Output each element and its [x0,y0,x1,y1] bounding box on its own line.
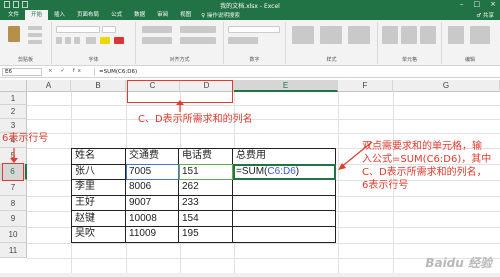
annotation-line: 入公式=SUM(C6:D6)，其中 [362,154,492,165]
arrow-cd-head [176,100,184,105]
annotation-right-text: 双点需要求和的单元格，输 入公式=SUM(C6:D6)，其中 C、D表示所需求和… [362,140,498,192]
annotation-line: 6表示行号 [362,180,409,191]
annotation-row6-box [2,163,24,181]
annotation-cd-text: C、D表示所需求和的列名 [138,114,253,125]
annotation-line: 双点需要求和的单元格，输 [362,141,482,152]
annotation-row6-text: 6表示行号 [2,133,49,144]
watermark: Baidu 经验 [425,256,492,270]
annotation-arrows [10,100,373,170]
annotation-line: C、D表示所需求和的列名， [362,167,487,178]
horizontal-scrollbar[interactable] [0,273,500,277]
